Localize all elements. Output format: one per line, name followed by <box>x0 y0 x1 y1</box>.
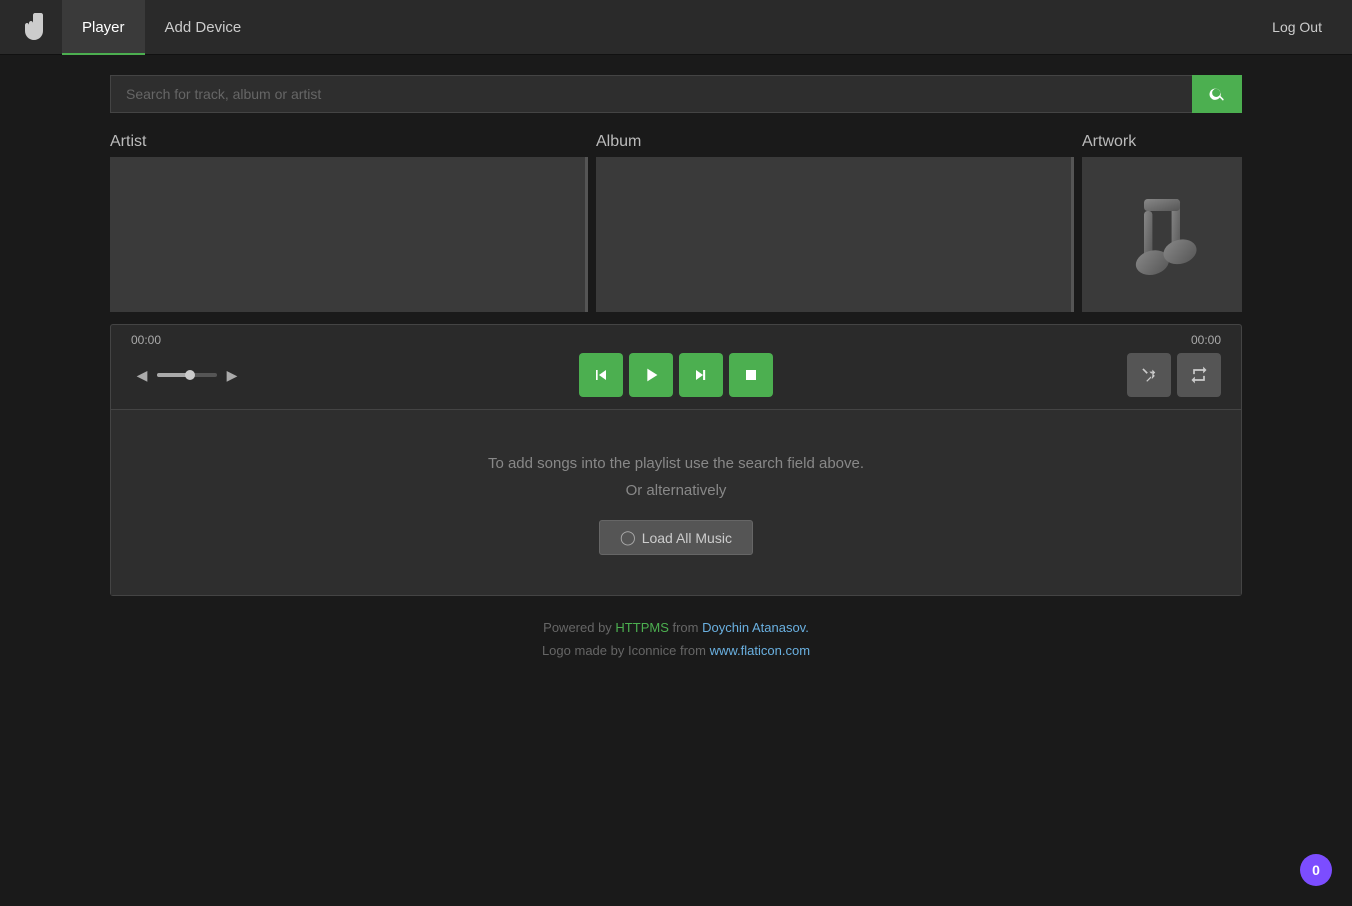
artist-list[interactable] <box>110 157 588 312</box>
load-icon: ◯ <box>620 529 636 546</box>
volume-thumb <box>185 370 195 380</box>
search-input[interactable] <box>110 75 1192 113</box>
search-bar <box>110 75 1242 113</box>
play-button[interactable] <box>629 353 673 397</box>
powered-by-text: Powered by <box>543 620 615 635</box>
navbar: Player Add Device Log Out <box>0 0 1352 55</box>
album-label: Album <box>596 133 1074 151</box>
repeat-button[interactable] <box>1177 353 1221 397</box>
footer: Powered by HTTPMS from Doychin Atanasov.… <box>110 596 1242 683</box>
volume-down-icon[interactable]: ◀ <box>131 364 153 386</box>
logout-button[interactable]: Log Out <box>1252 0 1342 55</box>
album-list[interactable] <box>596 157 1074 312</box>
volume-area: ◀ ▶ <box>131 364 243 386</box>
hint-line1: To add songs into the playlist use the s… <box>131 450 1221 477</box>
load-music-button[interactable]: ◯ Load All Music <box>599 520 753 555</box>
panels-row: Artist Album Artwork <box>110 133 1242 312</box>
author-link[interactable]: Doychin Atanasov. <box>702 620 809 635</box>
time-end: 00:00 <box>1191 333 1221 347</box>
shuffle-icon <box>1139 365 1159 385</box>
shuffle-button[interactable] <box>1127 353 1171 397</box>
main-content: Artist Album Artwork <box>0 55 1352 703</box>
extra-controls <box>1127 353 1221 397</box>
hand-svg <box>16 11 48 43</box>
artist-panel: Artist <box>110 133 588 312</box>
playlist-hint: To add songs into the playlist use the s… <box>131 450 1221 504</box>
corner-badge: 0 <box>1300 854 1332 886</box>
stop-button[interactable] <box>729 353 773 397</box>
hint-line2: Or alternatively <box>131 477 1221 504</box>
play-icon <box>640 364 662 386</box>
player-controls: ◀ ▶ <box>111 353 1241 409</box>
tab-add-device[interactable]: Add Device <box>145 0 262 55</box>
search-icon <box>1208 85 1226 103</box>
volume-slider[interactable] <box>157 373 217 377</box>
volume-up-icon[interactable]: ▶ <box>221 364 243 386</box>
stop-icon <box>741 365 761 385</box>
footer-line1: Powered by HTTPMS from Doychin Atanasov. <box>130 616 1222 639</box>
artist-label: Artist <box>110 133 588 151</box>
logo-icon[interactable] <box>10 5 54 49</box>
next-icon <box>691 365 711 385</box>
footer-line2: Logo made by Iconnice from www.flaticon.… <box>130 639 1222 662</box>
tab-player[interactable]: Player <box>62 0 145 55</box>
prev-button[interactable] <box>579 353 623 397</box>
player-timeline: 00:00 00:00 <box>111 325 1241 353</box>
prev-icon <box>591 365 611 385</box>
httpms-link[interactable]: HTTPMS <box>615 620 668 635</box>
artwork-box <box>1082 157 1242 312</box>
artwork-label: Artwork <box>1082 133 1242 151</box>
flaticon-link[interactable]: www.flaticon.com <box>710 643 810 658</box>
from-text: from <box>669 620 702 635</box>
repeat-icon <box>1189 365 1209 385</box>
music-note-icon <box>1102 175 1222 295</box>
search-button[interactable] <box>1192 75 1242 113</box>
time-start: 00:00 <box>131 333 161 347</box>
next-button[interactable] <box>679 353 723 397</box>
logo-made-text: Logo made by Iconnice from <box>542 643 710 658</box>
playlist-area: To add songs into the playlist use the s… <box>111 409 1241 595</box>
album-panel: Album <box>596 133 1074 312</box>
load-music-label: Load All Music <box>642 530 732 546</box>
player-section: 00:00 00:00 ◀ ▶ <box>110 324 1242 596</box>
artwork-panel: Artwork <box>1082 133 1242 312</box>
